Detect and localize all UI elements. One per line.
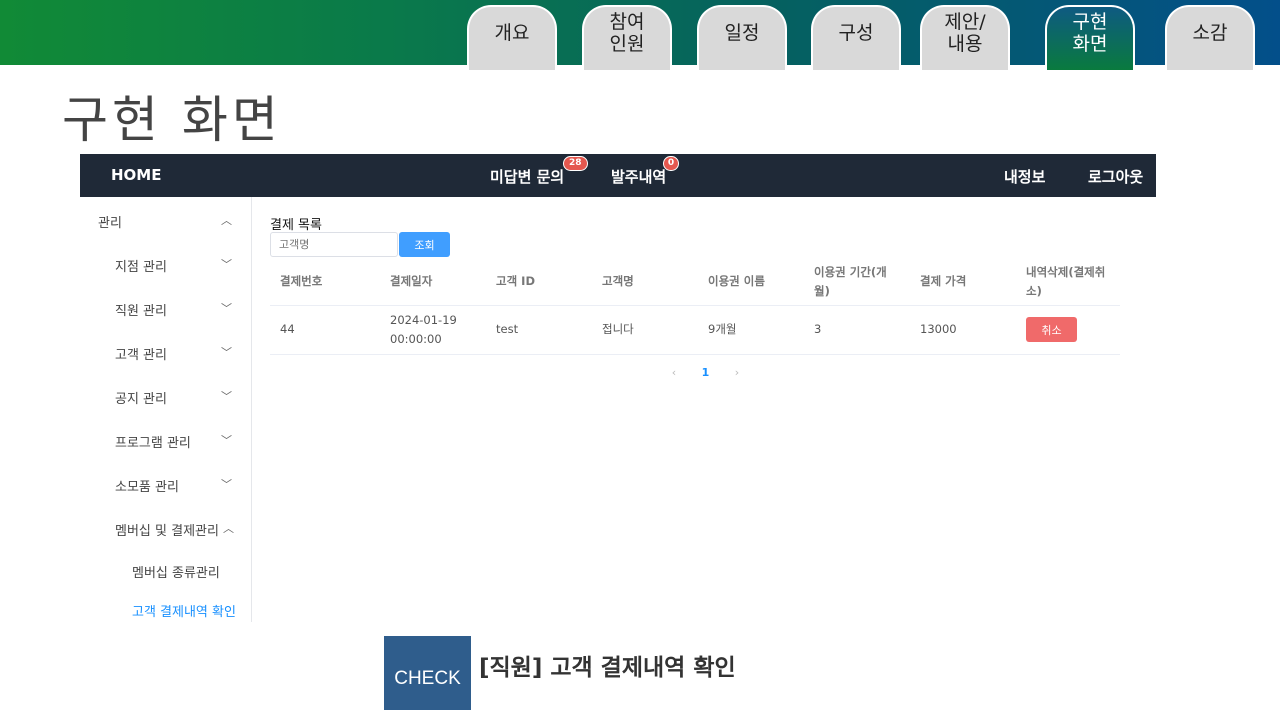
orders-link[interactable]: 발주내역 0 <box>611 156 679 187</box>
app-screenshot: HOME 미답변 문의 28 발주내역 0 내정보 로그아웃 관리 ︿ 지점 관… <box>80 154 1156 622</box>
pass-name: 9개월 <box>698 305 804 355</box>
column-header: 고객명 <box>592 259 698 306</box>
sidebar-item-membership-types[interactable]: 멤버십 종류관리 <box>80 562 250 582</box>
unanswered-label: 미답변 문의 <box>490 168 565 186</box>
orders-badge: 0 <box>663 156 679 171</box>
payment-price: 13000 <box>910 305 1016 355</box>
payment-date: 2024-01-19 00:00:00 <box>380 305 486 355</box>
sidebar-item-supplies[interactable]: 소모품 관리 ﹀ <box>80 476 250 496</box>
sidebar-item-label: 고객 관리 <box>115 348 167 363</box>
payment-id: 44 <box>270 305 380 355</box>
tab-proposal[interactable]: 제안/ 내용 <box>920 5 1010 70</box>
customer-id: test <box>486 305 592 355</box>
sidebar-item-program[interactable]: 프로그램 관리 ﹀ <box>80 432 250 452</box>
column-header: 이용권 이름 <box>698 259 804 306</box>
tab-members[interactable]: 참여 인원 <box>582 5 672 70</box>
cancel-payment-button[interactable]: 취소 <box>1026 317 1077 342</box>
tab-implementation[interactable]: 구현 화면 <box>1045 5 1135 70</box>
sidebar-item-manage[interactable]: 관리 ︿ <box>80 212 250 232</box>
column-header: 결제 가격 <box>910 259 1016 306</box>
sidebar-item-customer[interactable]: 고객 관리 ﹀ <box>80 344 250 364</box>
logout-link[interactable]: 로그아웃 <box>1088 166 1143 187</box>
chevron-down-icon: ﹀ <box>221 434 232 447</box>
payment-table: 결제번호 결제일자 고객 ID 고객명 이용권 이름 이용권 기간(개월) 결제… <box>270 259 1120 355</box>
sidebar-item-label: 공지 관리 <box>115 392 167 407</box>
unanswered-badge: 28 <box>563 156 588 171</box>
sidebar-item-label: 고객 결제내역 확인 <box>132 605 236 620</box>
page-title: 구현 화면 <box>62 91 282 149</box>
chevron-down-icon: ﹀ <box>221 302 232 315</box>
check-badge: CHECK <box>384 636 471 710</box>
table-row: 44 2024-01-19 00:00:00 test 접니다 9개월 3 13… <box>270 305 1120 355</box>
sidebar-item-label: 프로그램 관리 <box>115 436 191 451</box>
column-header: 고객 ID <box>486 259 592 306</box>
chevron-down-icon: ﹀ <box>221 390 232 403</box>
chevron-up-icon: ︿ <box>223 522 234 535</box>
column-header: 내역삭제(결제취소) <box>1016 259 1120 306</box>
tab-overview[interactable]: 개요 <box>467 5 557 70</box>
column-header: 결제일자 <box>380 259 486 306</box>
column-header: 이용권 기간(개월) <box>804 259 910 306</box>
chevron-down-icon: ﹀ <box>221 478 232 491</box>
sidebar-item-payment-history[interactable]: 고객 결제내역 확인 <box>80 601 250 621</box>
pass-period: 3 <box>804 305 910 355</box>
chevron-up-icon: ︿ <box>221 214 232 227</box>
sidebar-item-branch[interactable]: 지점 관리 ﹀ <box>80 256 250 276</box>
tab-impressions[interactable]: 소감 <box>1165 5 1255 70</box>
column-header: 결제번호 <box>270 259 380 306</box>
sidebar-item-label: 멤버십 종류관리 <box>132 566 220 581</box>
sidebar-item-notice[interactable]: 공지 관리 ﹀ <box>80 388 250 408</box>
my-info-link[interactable]: 내정보 <box>1004 166 1045 187</box>
sidebar-item-label: 소모품 관리 <box>115 480 179 495</box>
table-header-row: 결제번호 결제일자 고객 ID 고객명 이용권 이름 이용권 기간(개월) 결제… <box>270 259 1120 306</box>
chevron-down-icon: ﹀ <box>221 346 232 359</box>
tab-structure[interactable]: 구성 <box>811 5 901 70</box>
home-link[interactable]: HOME <box>111 166 161 184</box>
next-page-icon[interactable]: › <box>723 366 751 379</box>
customer-name-search-input[interactable] <box>270 232 398 257</box>
pagination: ‹ 1 › <box>660 366 751 379</box>
unanswered-link[interactable]: 미답변 문의 28 <box>490 156 588 187</box>
navbar: HOME 미답변 문의 28 발주내역 0 내정보 로그아웃 <box>80 154 1156 197</box>
page-number[interactable]: 1 <box>692 366 720 379</box>
chevron-down-icon: ﹀ <box>221 258 232 271</box>
sidebar-item-staff[interactable]: 직원 관리 ﹀ <box>80 300 250 320</box>
sidebar-item-label: 관리 <box>98 216 122 231</box>
check-caption: [직원] 고객 결제내역 확인 <box>479 655 736 681</box>
sidebar: 관리 ︿ 지점 관리 ﹀ 직원 관리 ﹀ 고객 관리 ﹀ 공지 관리 ﹀ 프로그… <box>80 197 252 622</box>
list-title: 결제 목록 <box>270 218 322 233</box>
sidebar-item-label: 멤버십 및 결제관리 <box>115 524 219 539</box>
action-cell: 취소 <box>1016 305 1120 355</box>
prev-page-icon[interactable]: ‹ <box>660 366 688 379</box>
search-button[interactable]: 조회 <box>399 232 450 257</box>
sidebar-item-label: 직원 관리 <box>115 304 167 319</box>
orders-label: 발주내역 <box>611 168 667 186</box>
sidebar-item-label: 지점 관리 <box>115 260 167 275</box>
sidebar-item-membership-payment[interactable]: 멤버십 및 결제관리 ︿ <box>80 520 250 540</box>
tab-schedule[interactable]: 일정 <box>697 5 787 70</box>
customer-name: 접니다 <box>592 305 698 355</box>
